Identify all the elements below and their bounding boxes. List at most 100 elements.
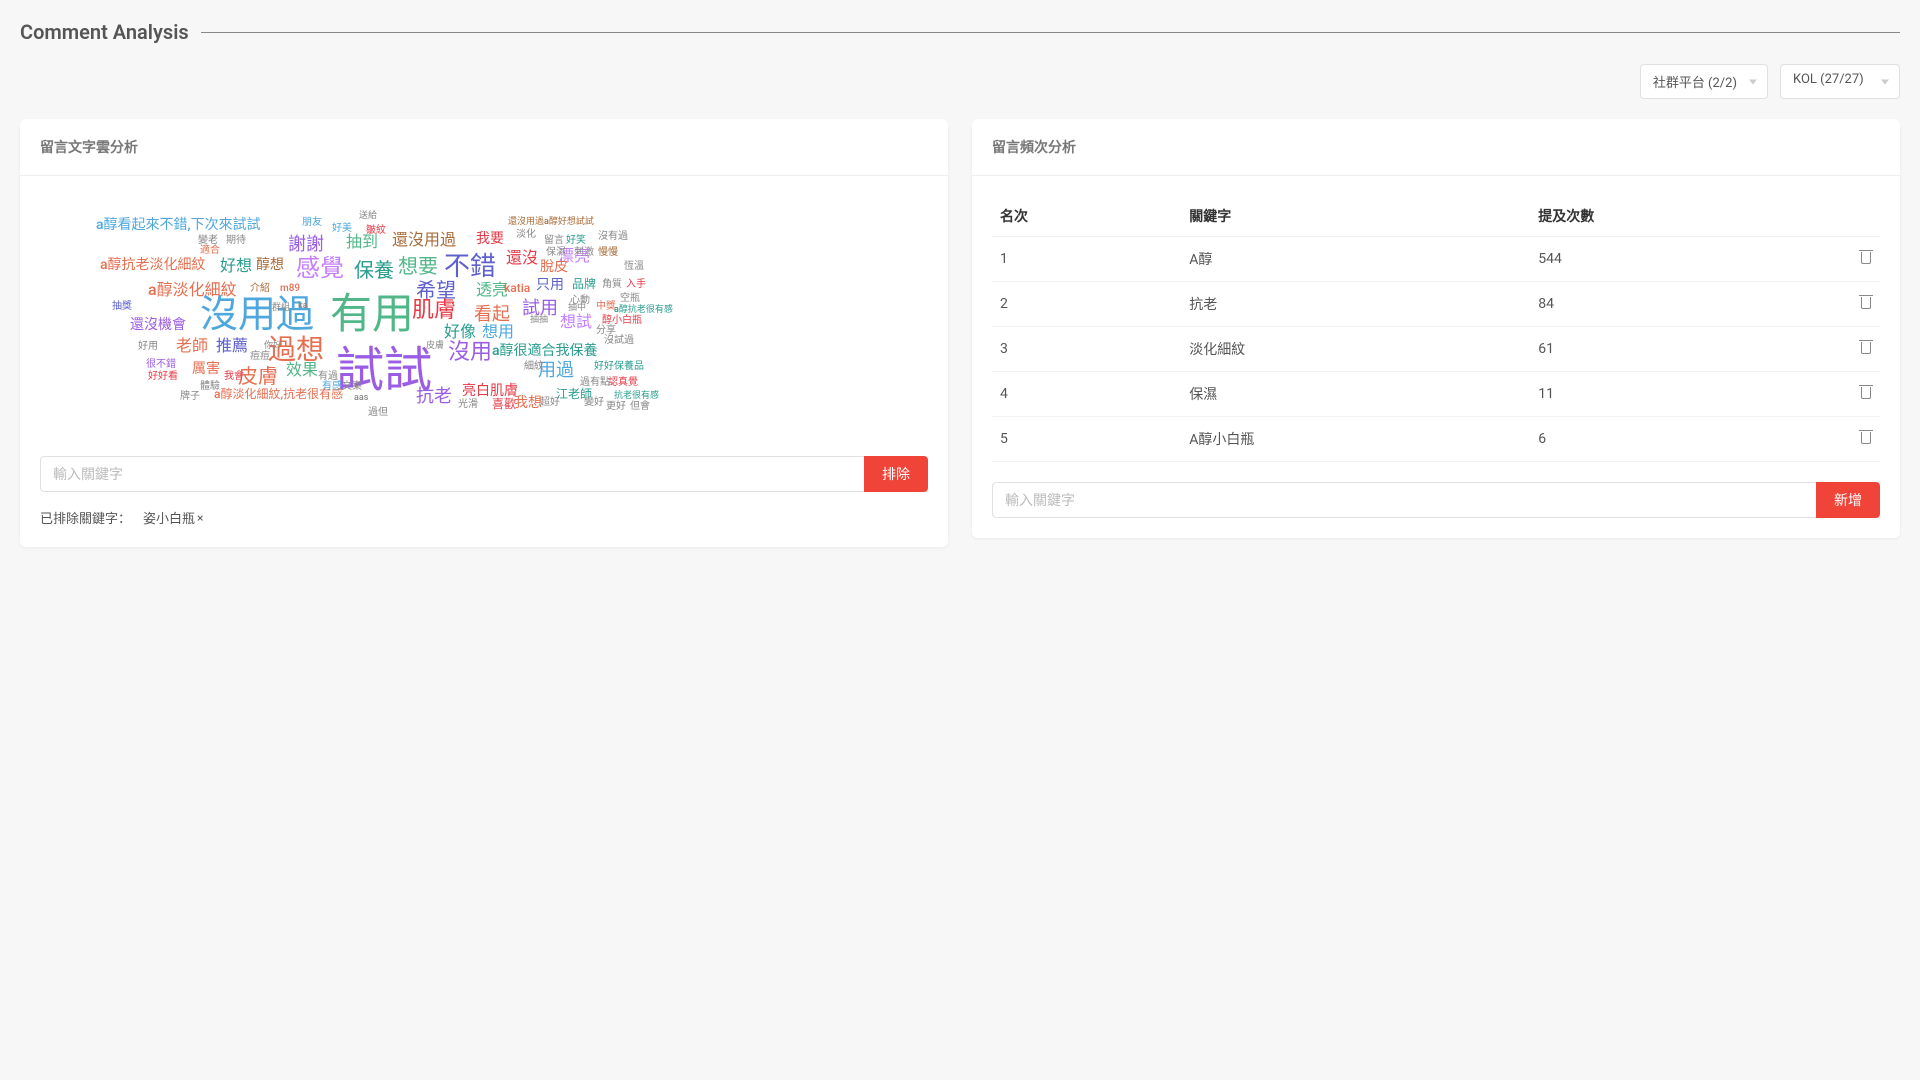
platform-select[interactable]: 社群平台 (2/2): [1640, 64, 1768, 99]
wordcloud-word: 還沒用過a醇好想試試: [508, 218, 594, 227]
wordcloud-word: m89: [280, 284, 300, 294]
cell-rank: 4: [992, 372, 1181, 417]
trash-icon[interactable]: [1860, 430, 1872, 444]
cell-rank: 3: [992, 327, 1181, 372]
cell-rank: 5: [992, 417, 1181, 462]
cell-rank: 2: [992, 282, 1181, 327]
cell-count: 11: [1530, 372, 1840, 417]
cell-keyword: 淡化細紋: [1181, 327, 1530, 372]
wordcloud-canvas: 試試有用沒用過過想不錯肌膚沒用皮膚感覺想要希望保養謝謝還沒用過我要好想漂亮還沒抽…: [40, 196, 928, 436]
wordcloud-word: a醇看起來不錯,下次來試試: [96, 218, 261, 232]
wordcloud-word: katia: [504, 282, 530, 294]
wordcloud-word: 皺紋: [366, 226, 386, 236]
wordcloud-word: 痘痘: [250, 352, 270, 362]
wordcloud-word: 留言: [544, 236, 564, 246]
excluded-tag-label: 姿小白瓶: [143, 508, 195, 527]
wordcloud-word: 想試: [560, 314, 592, 330]
cell-count: 61: [1530, 327, 1840, 372]
add-keyword-input[interactable]: [992, 482, 1816, 518]
wordcloud-word: 我要: [476, 232, 504, 246]
wordcloud-word: 過但: [368, 408, 388, 418]
wordcloud-word: aas: [354, 394, 368, 403]
trash-icon[interactable]: [1860, 385, 1872, 399]
wordcloud-word: 喜歡: [492, 398, 516, 410]
wordcloud-word: 感覺: [296, 256, 344, 280]
cell-rank: 1: [992, 237, 1181, 282]
wordcloud-word: 我想: [514, 396, 542, 410]
wordcloud-word: 厲害: [192, 362, 220, 376]
platform-select-value: 社群平台 (2/2): [1653, 76, 1737, 91]
page-title: Comment Analysis: [20, 20, 189, 44]
kol-select[interactable]: KOL (27/27): [1780, 64, 1900, 99]
wordcloud-word: a醇很適合我保養: [492, 344, 598, 358]
cell-keyword: A醇: [1181, 237, 1530, 282]
wordcloud-word: 亮白肌膚: [462, 384, 518, 398]
wordcloud-word: 恆溫: [624, 262, 644, 272]
wordcloud-word: 保濕: [546, 248, 566, 258]
title-divider: [201, 32, 1900, 33]
col-count: 提及次數: [1530, 196, 1840, 237]
wordcloud-word: 抽中: [568, 304, 586, 313]
wordcloud-word: 還沒: [506, 250, 538, 266]
wordcloud-word: 送給: [359, 212, 377, 221]
wordcloud-word: 還沒機會: [130, 318, 186, 332]
wordcloud-word: a醇抗老淡化細紋: [100, 258, 206, 272]
wordcloud-word: 角質: [602, 280, 622, 290]
wordcloud-word: 淡化: [516, 230, 536, 240]
cell-keyword: 保濕: [1181, 372, 1530, 417]
wordcloud-word: 空瓶: [620, 294, 640, 304]
wordcloud-word: 好好: [594, 362, 614, 372]
wordcloud-word: 中獎: [596, 302, 616, 312]
cell-keyword: 抗老: [1181, 282, 1530, 327]
wordcloud-word: 只用: [536, 278, 564, 292]
chevron-down-icon: [1749, 79, 1757, 84]
wordcloud-word: 推薦: [216, 338, 248, 354]
col-rank: 名次: [992, 196, 1181, 237]
wordcloud-word: 好美: [332, 224, 352, 234]
wordcloud-word: 抽獎: [112, 302, 132, 312]
wordcloud-word: 超好: [540, 398, 560, 408]
wordcloud-word: 皮膚: [426, 342, 444, 351]
wordcloud-word: 還沒用過: [392, 232, 456, 248]
wordcloud-word: 效果: [286, 362, 318, 378]
wordcloud-word: 抽到: [346, 234, 378, 250]
frequency-table: 名次 關鍵字 提及次數 1A醇5442抗老843淡化細紋614保濕115A醇小白…: [992, 196, 1880, 462]
wordcloud-word: 我會: [224, 372, 244, 382]
wordcloud-word: 沒用: [448, 342, 492, 364]
wordcloud-word: 沒用過: [200, 296, 314, 334]
exclude-button[interactable]: 排除: [864, 456, 928, 492]
wordcloud-word: 體驗: [200, 382, 220, 392]
wordcloud-word: 適合: [200, 246, 220, 256]
trash-icon[interactable]: [1860, 340, 1872, 354]
wordcloud-word: 有感: [322, 382, 342, 392]
wordcloud-card-title: 留言文字雲分析: [20, 119, 948, 176]
wordcloud-word: a醇淡化細紋: [148, 282, 237, 298]
table-row: 5A醇小白瓶6: [992, 417, 1880, 462]
wordcloud-word: 好用: [138, 342, 158, 352]
frequency-card-title: 留言頻次分析: [972, 119, 1900, 176]
wordcloud-word: 好像: [444, 324, 476, 340]
cell-keyword: A醇小白瓶: [1181, 417, 1530, 462]
wordcloud-word: 抗老很有感: [614, 392, 659, 401]
exclude-keyword-input[interactable]: [40, 456, 864, 492]
wordcloud-card: 留言文字雲分析 試試有用沒用過過想不錯肌膚沒用皮膚感覺想要希望保養謝謝還沒用過我…: [20, 119, 948, 547]
wordcloud-word: 更好: [606, 402, 626, 412]
wordcloud-word: 認真覺: [608, 378, 638, 388]
wordcloud-word: 你好: [264, 342, 282, 351]
wordcloud-word: 謝謝: [288, 236, 324, 254]
wordcloud-word: 慢慢: [598, 248, 618, 258]
wordcloud-word: 抽抽: [530, 316, 548, 325]
close-icon[interactable]: ×: [197, 511, 203, 525]
wordcloud-word: 醇想: [256, 258, 284, 272]
wordcloud-word: 保養: [354, 260, 394, 280]
trash-icon[interactable]: [1860, 295, 1872, 309]
wordcloud-word: ka: [298, 302, 308, 311]
wordcloud-word: 期待: [226, 236, 246, 246]
trash-icon[interactable]: [1860, 250, 1872, 264]
wordcloud-word: 想用: [482, 324, 514, 340]
wordcloud-word: 脫皮: [540, 260, 568, 274]
add-button[interactable]: 新增: [1816, 482, 1880, 518]
wordcloud-word: 肌膚: [412, 300, 456, 322]
wordcloud-word: a醇抗老很有感: [614, 306, 673, 315]
table-row: 3淡化細紋61: [992, 327, 1880, 372]
